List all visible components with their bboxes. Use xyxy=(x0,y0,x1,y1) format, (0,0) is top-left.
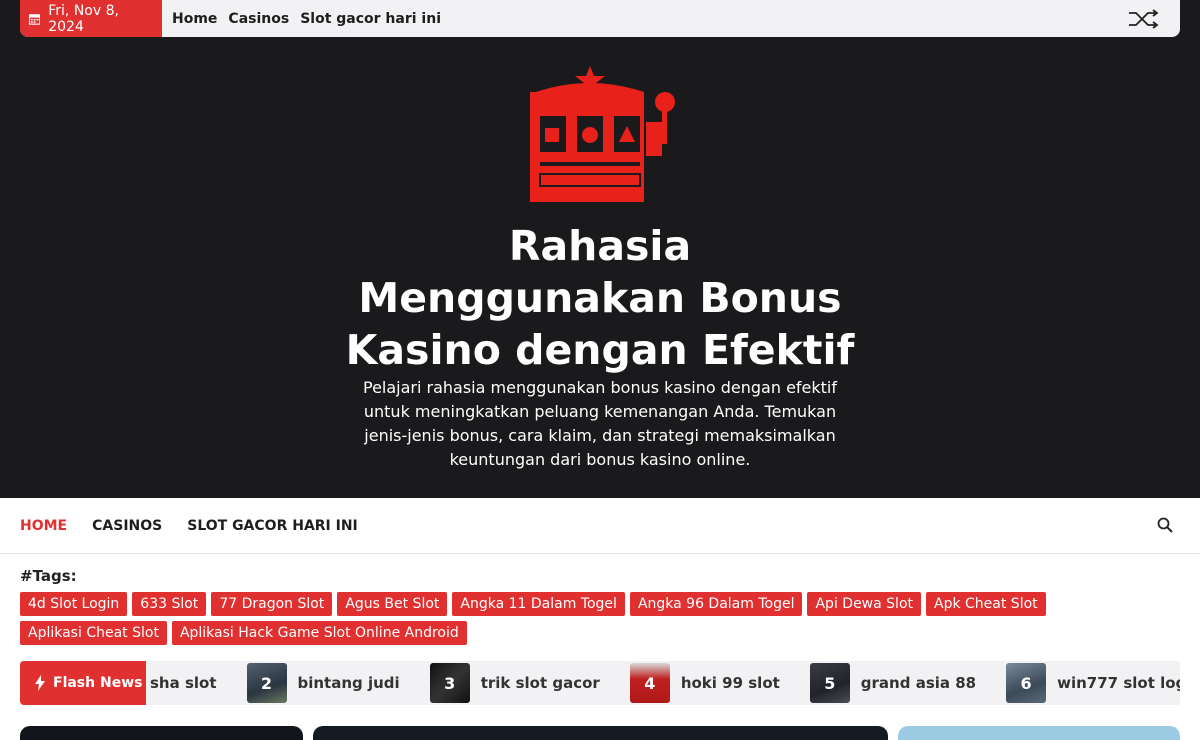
tag-item[interactable]: Agus Bet Slot xyxy=(337,592,448,616)
ticker-item-title: grand asia 88 xyxy=(860,674,977,692)
ticker-item-title: trik slot gacor xyxy=(480,674,600,692)
tag-item[interactable]: Apk Cheat Slot xyxy=(926,592,1046,616)
featured-card[interactable] xyxy=(313,726,888,740)
nav-item-home[interactable]: HOME xyxy=(20,518,67,534)
ticker-thumbnail: 3 xyxy=(429,663,470,703)
search-icon[interactable] xyxy=(1157,517,1173,533)
top-bar: Fri, Nov 8, 2024 Home Casinos Slot gacor… xyxy=(20,0,1180,37)
site-description: Pelajari rahasia menggunakan bonus kasin… xyxy=(362,378,837,469)
news-ticker: sha slot 2 bintang judi 3 trik slot gaco… xyxy=(150,661,1180,705)
ticker-item-title: bintang judi xyxy=(297,674,400,692)
featured-cards xyxy=(0,726,1200,740)
date-box: Fri, Nov 8, 2024 xyxy=(20,0,162,37)
flash-news-bar: Flash News sha slot 2 bintang judi 3 tri… xyxy=(20,661,1180,705)
featured-card[interactable] xyxy=(20,726,303,740)
ticker-item[interactable]: 5 grand asia 88 xyxy=(809,663,977,703)
featured-card[interactable] xyxy=(898,726,1180,740)
main-content: HOME CASINOS SLOT GACOR HARI INI #Tags: … xyxy=(0,498,1200,740)
ticker-number: 6 xyxy=(1020,673,1032,693)
top-link-slot-gacor[interactable]: Slot gacor hari ini xyxy=(300,11,441,27)
calendar-icon xyxy=(29,13,41,25)
ticker-number: 3 xyxy=(444,673,456,693)
top-link-casinos[interactable]: Casinos xyxy=(228,11,289,27)
current-date: Fri, Nov 8, 2024 xyxy=(48,2,119,35)
top-links: Home Casinos Slot gacor hari ini xyxy=(172,11,452,27)
flash-news-text: Flash News xyxy=(53,675,143,691)
ticker-item-title: hoki 99 slot xyxy=(680,674,780,692)
tag-item[interactable]: 77 Dragon Slot xyxy=(211,592,333,616)
tag-item[interactable]: Angka 96 Dalam Togel xyxy=(629,592,803,616)
lightning-icon xyxy=(35,675,45,691)
flash-news-label: Flash News xyxy=(20,661,146,705)
shuffle-icon[interactable] xyxy=(1128,9,1160,29)
tag-item[interactable]: 633 Slot xyxy=(132,592,207,616)
ticker-item-title: sha slot xyxy=(150,674,217,692)
ticker-number: 4 xyxy=(644,673,656,693)
tag-list: 4d Slot Login 633 Slot 77 Dragon Slot Ag… xyxy=(20,592,1060,650)
tag-item[interactable]: Angka 11 Dalam Togel xyxy=(452,592,625,616)
ticker-thumbnail: 6 xyxy=(1006,663,1047,703)
ticker-item[interactable]: 3 trik slot gacor xyxy=(429,663,600,703)
nav-item-slot-gacor[interactable]: SLOT GACOR HARI INI xyxy=(187,518,358,534)
tag-item[interactable]: 4d Slot Login xyxy=(20,592,128,616)
ticker-number: 5 xyxy=(824,673,836,693)
nav-item-casinos[interactable]: CASINOS xyxy=(92,518,162,534)
ticker-thumbnail: 5 xyxy=(809,663,850,703)
tags-title: #Tags: xyxy=(20,567,77,585)
ticker-item[interactable]: sha slot xyxy=(150,674,217,692)
ticker-item[interactable]: 2 bintang judi xyxy=(246,663,400,703)
ticker-thumbnail: 4 xyxy=(629,663,670,703)
site-title[interactable]: Rahasia Menggunakan Bonus Kasino dengan … xyxy=(340,220,860,376)
ticker-item-title: win777 slot login xyxy=(1057,674,1180,692)
main-nav: HOME CASINOS SLOT GACOR HARI INI xyxy=(0,498,1200,554)
tag-item[interactable]: Aplikasi Cheat Slot xyxy=(20,621,167,645)
top-link-home[interactable]: Home xyxy=(172,11,217,27)
slot-machine-logo-icon[interactable] xyxy=(528,66,676,202)
tag-item[interactable]: Aplikasi Hack Game Slot Online Android xyxy=(171,621,467,645)
tag-item[interactable]: Api Dewa Slot xyxy=(807,592,921,616)
ticker-item[interactable]: 4 hoki 99 slot xyxy=(629,663,780,703)
ticker-number: 2 xyxy=(260,673,273,693)
ticker-item[interactable]: 6 win777 slot login xyxy=(1006,663,1180,703)
ticker-thumbnail: 2 xyxy=(246,663,287,703)
